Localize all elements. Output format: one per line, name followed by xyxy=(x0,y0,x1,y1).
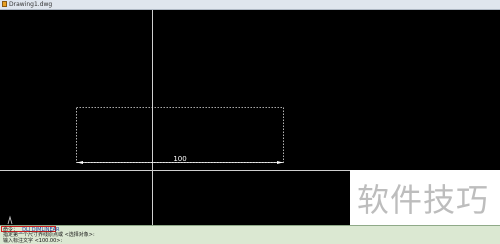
watermark: 软件技巧 xyxy=(350,170,500,225)
watermark-text: 软件技巧 xyxy=(357,181,490,219)
title-bar: Drawing1.dwg xyxy=(0,0,500,10)
app-icon xyxy=(2,1,7,7)
window-title: Drawing1.dwg xyxy=(9,1,53,8)
dimension-arrow-right xyxy=(277,161,283,164)
command-line-area[interactable]: 命令： _DLI DIMLINEAR 指定第一个尺寸界线原点或 <选择对象>: … xyxy=(0,225,500,244)
dimension-arrow-left xyxy=(77,161,83,164)
command-input-line[interactable]: 输入标注文字 <100.00>: xyxy=(3,238,62,244)
dimension-text[interactable]: 100 xyxy=(173,155,186,163)
ucs-icon xyxy=(7,215,13,225)
